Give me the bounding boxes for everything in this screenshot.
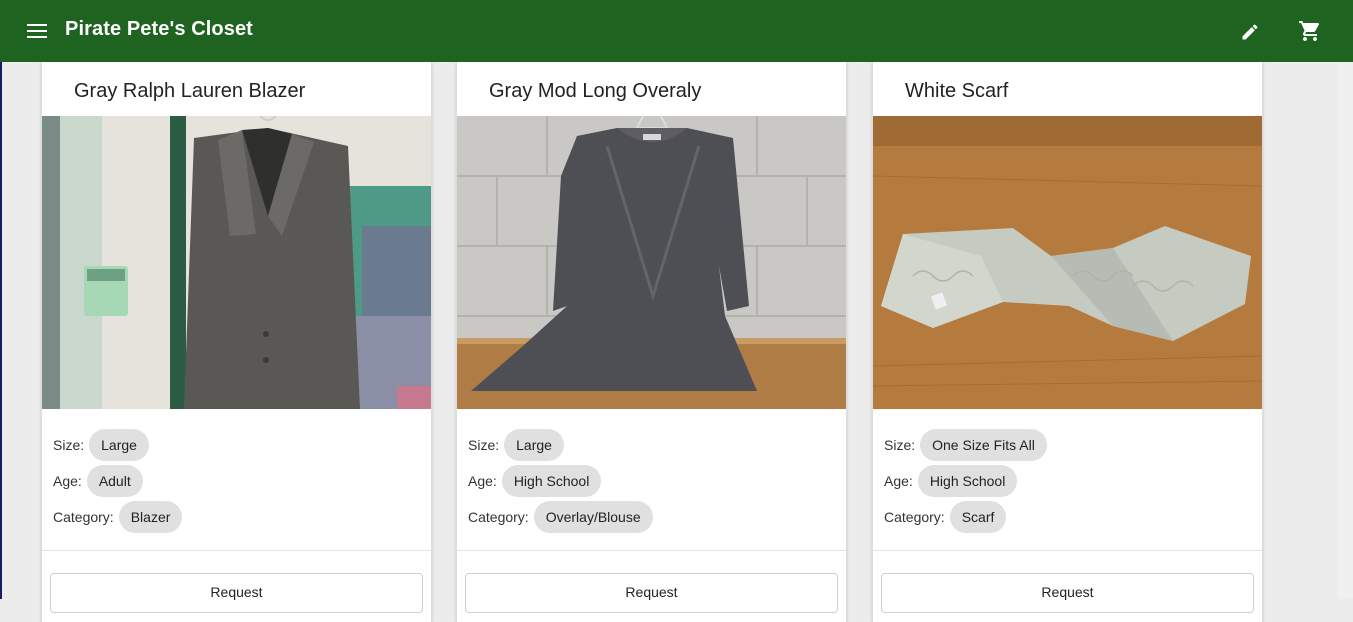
product-card: Gray Mod Long Overaly Size: Large Age: H… bbox=[456, 62, 847, 622]
category-chip: Scarf bbox=[949, 501, 1007, 533]
product-image-scarf bbox=[873, 116, 1262, 409]
scrollbar-track[interactable] bbox=[1337, 62, 1353, 599]
category-chip: Blazer bbox=[118, 501, 183, 533]
category-row: Category: Blazer bbox=[53, 501, 183, 533]
size-label: Size: bbox=[53, 437, 85, 453]
age-label: Age: bbox=[884, 473, 913, 489]
category-label: Category: bbox=[468, 509, 529, 525]
request-button[interactable]: Request bbox=[50, 573, 423, 613]
category-chip: Overlay/Blouse bbox=[533, 501, 653, 533]
age-label: Age: bbox=[53, 473, 82, 489]
card-divider bbox=[873, 550, 1262, 551]
size-chip: Large bbox=[89, 429, 149, 461]
app-bar: Pirate Pete's Closet bbox=[0, 0, 1353, 62]
app-title: Pirate Pete's Closet bbox=[65, 18, 253, 40]
size-row: Size: Large bbox=[468, 429, 564, 461]
size-row: Size: One Size Fits All bbox=[884, 429, 1047, 461]
card-divider bbox=[457, 550, 846, 551]
page-edge bbox=[0, 62, 2, 599]
age-row: Age: High School bbox=[884, 465, 1018, 497]
product-image-blazer bbox=[42, 116, 431, 409]
size-chip: One Size Fits All bbox=[920, 429, 1047, 461]
edit-button[interactable] bbox=[1236, 18, 1264, 46]
age-chip: High School bbox=[917, 465, 1018, 497]
cart-button[interactable] bbox=[1296, 17, 1324, 45]
age-label: Age: bbox=[468, 473, 497, 489]
cart-icon bbox=[1299, 21, 1320, 41]
category-row: Category: Scarf bbox=[884, 501, 1007, 533]
menu-button[interactable] bbox=[22, 19, 52, 43]
menu-icon bbox=[27, 24, 47, 38]
pencil-icon bbox=[1242, 24, 1258, 40]
age-row: Age: Adult bbox=[53, 465, 143, 497]
age-chip: Adult bbox=[86, 465, 143, 497]
age-chip: High School bbox=[501, 465, 602, 497]
card-divider bbox=[42, 550, 431, 551]
product-title: Gray Mod Long Overaly bbox=[489, 80, 702, 102]
size-label: Size: bbox=[468, 437, 500, 453]
product-card: Gray Ralph Lauren Blazer Size: Large Age… bbox=[41, 62, 432, 622]
category-row: Category: Overlay/Blouse bbox=[468, 501, 653, 533]
size-chip: Large bbox=[504, 429, 564, 461]
product-card: White Scarf Size: One Size Fits All Age:… bbox=[872, 62, 1263, 622]
category-label: Category: bbox=[53, 509, 114, 525]
size-label: Size: bbox=[884, 437, 916, 453]
product-title: Gray Ralph Lauren Blazer bbox=[74, 80, 306, 102]
product-image-overlay bbox=[457, 116, 846, 409]
age-row: Age: High School bbox=[468, 465, 602, 497]
category-label: Category: bbox=[884, 509, 945, 525]
product-title: White Scarf bbox=[905, 80, 1009, 102]
request-button[interactable]: Request bbox=[881, 573, 1254, 613]
size-row: Size: Large bbox=[53, 429, 149, 461]
request-button[interactable]: Request bbox=[465, 573, 838, 613]
